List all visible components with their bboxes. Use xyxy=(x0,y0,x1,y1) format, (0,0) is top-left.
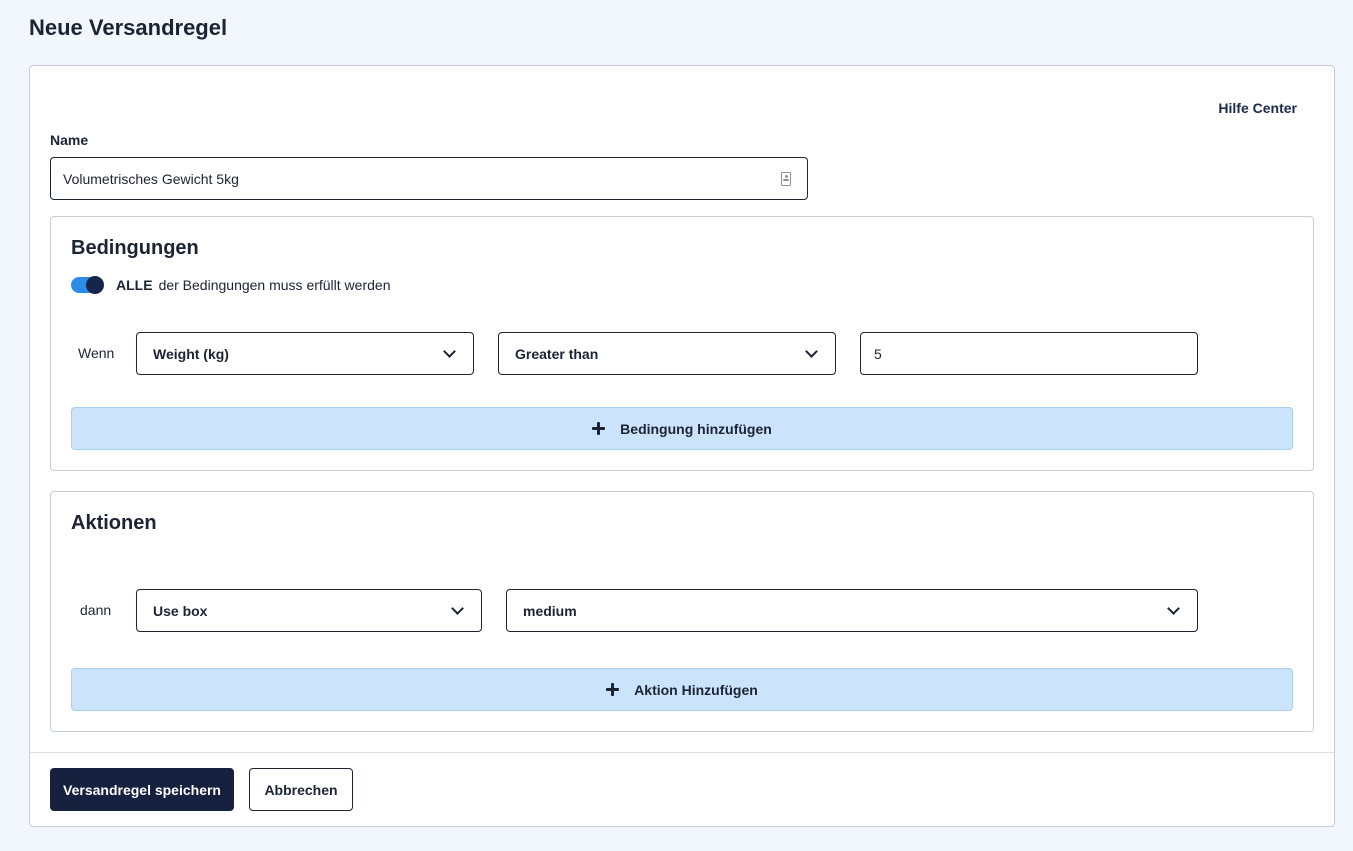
save-rule-button[interactable]: Versandregel speichern xyxy=(50,768,234,811)
contact-card-icon xyxy=(781,171,791,186)
condition-field-select[interactable]: Weight (kg) xyxy=(136,332,474,375)
condition-row: Wenn Weight (kg) Greater than 5 xyxy=(51,332,1313,375)
name-input-value: Volumetrisches Gewicht 5kg xyxy=(63,170,239,187)
help-center-link[interactable]: Hilfe Center xyxy=(1218,100,1297,116)
action-value-text: medium xyxy=(523,602,577,619)
actions-section: Aktionen dann Use box medium Aktion Hinz… xyxy=(50,491,1314,732)
condition-row-label: Wenn xyxy=(78,345,115,361)
action-row: dann Use box medium xyxy=(51,589,1313,632)
condition-value-input[interactable]: 5 xyxy=(860,332,1198,375)
condition-value-text: 5 xyxy=(874,345,882,362)
cancel-button[interactable]: Abbrechen xyxy=(249,768,353,811)
actions-title: Aktionen xyxy=(71,512,157,534)
match-all-toggle-row: ALLE der Bedingungen muss erfüllt werden xyxy=(71,276,391,294)
plus-icon xyxy=(592,422,606,435)
condition-field-value: Weight (kg) xyxy=(153,345,229,362)
action-type-value: Use box xyxy=(153,602,208,619)
toggle-text: der Bedingungen muss erfüllt werden xyxy=(158,277,391,293)
action-type-select[interactable]: Use box xyxy=(136,589,482,632)
add-condition-button[interactable]: Bedingung hinzufügen xyxy=(71,407,1293,450)
add-condition-label: Bedingung hinzufügen xyxy=(620,420,772,437)
match-all-toggle[interactable] xyxy=(71,276,104,294)
chevron-down-icon xyxy=(451,602,464,615)
toggle-strong-label: ALLE xyxy=(116,277,153,293)
conditions-section: Bedingungen ALLE der Bedingungen muss er… xyxy=(50,216,1314,471)
toggle-knob xyxy=(86,276,104,294)
plus-icon xyxy=(606,683,620,696)
add-action-label: Aktion Hinzufügen xyxy=(634,681,758,698)
page-title: Neue Versandregel xyxy=(29,15,228,40)
condition-operator-select[interactable]: Greater than xyxy=(498,332,836,375)
rule-form-card: Hilfe Center Name Volumetrisches Gewicht… xyxy=(29,65,1335,827)
action-row-label: dann xyxy=(80,602,112,618)
conditions-title: Bedingungen xyxy=(71,237,199,259)
add-action-button[interactable]: Aktion Hinzufügen xyxy=(71,668,1293,711)
name-input[interactable]: Volumetrisches Gewicht 5kg xyxy=(50,157,808,200)
chevron-down-icon xyxy=(1167,602,1180,615)
condition-operator-value: Greater than xyxy=(515,345,599,362)
chevron-down-icon xyxy=(805,345,818,358)
action-value-select[interactable]: medium xyxy=(506,589,1198,632)
chevron-down-icon xyxy=(443,345,456,358)
name-label: Name xyxy=(50,132,89,148)
footer-divider xyxy=(30,752,1334,753)
